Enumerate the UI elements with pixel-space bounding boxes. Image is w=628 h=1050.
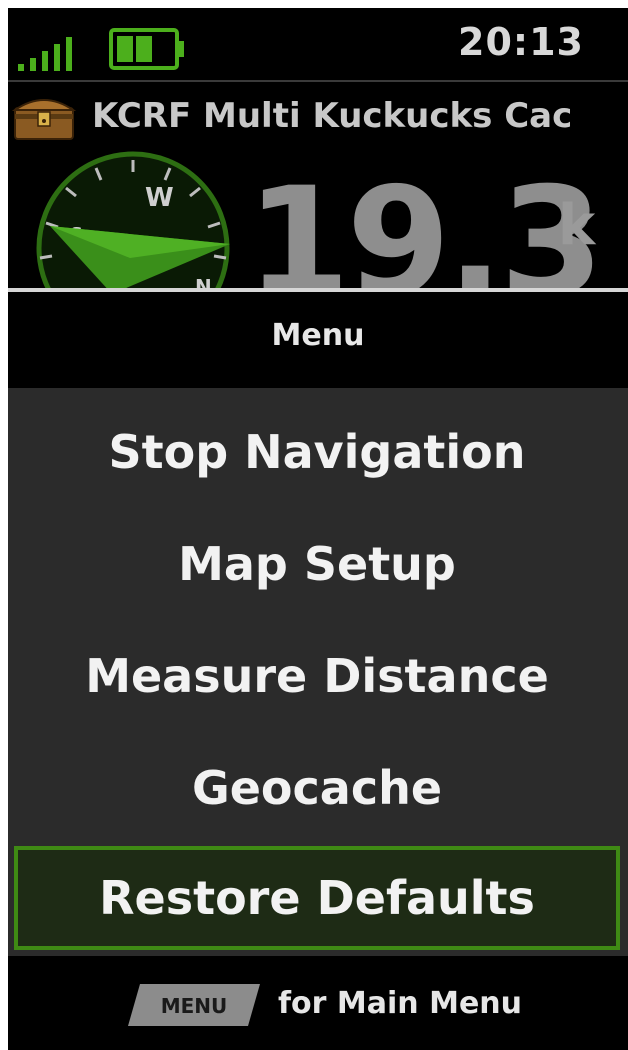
- compass-icon: W S N: [36, 151, 230, 298]
- compass-label-w: W: [145, 183, 174, 213]
- signal-bars-icon: [18, 37, 72, 71]
- clock-time: 20:13: [458, 20, 584, 64]
- menu-footer: MENU for Main Menu: [8, 956, 628, 1050]
- menu-item-stop-navigation[interactable]: Stop Navigation: [14, 400, 620, 504]
- menu-key-icon[interactable]: MENU: [126, 982, 262, 1028]
- menu-item-map-setup[interactable]: Map Setup: [14, 512, 620, 616]
- device-screen: 20:13 KCRF Multi Kuckucks Cac W S N: [8, 8, 628, 1050]
- menu-title: Menu: [271, 318, 365, 353]
- footer-hint-text: for Main Menu: [278, 986, 522, 1021]
- treasure-chest-icon: [12, 99, 76, 140]
- cache-name: KCRF Multi Kuckucks Cac: [92, 96, 573, 136]
- menu-item-restore-defaults[interactable]: Restore Defaults: [14, 846, 620, 950]
- status-bar: 20:13: [8, 8, 628, 80]
- context-menu: Menu Stop Navigation Map Setup Measure D…: [8, 288, 628, 1050]
- menu-item-geocache[interactable]: Geocache: [14, 736, 620, 840]
- cache-header: KCRF Multi Kuckucks Cac: [8, 82, 628, 152]
- menu-header: Menu: [8, 292, 628, 388]
- distance-unit: k: [558, 193, 596, 258]
- battery-icon: [109, 28, 184, 70]
- menu-item-measure-distance[interactable]: Measure Distance: [14, 624, 620, 728]
- menu-key-label: MENU: [161, 994, 228, 1018]
